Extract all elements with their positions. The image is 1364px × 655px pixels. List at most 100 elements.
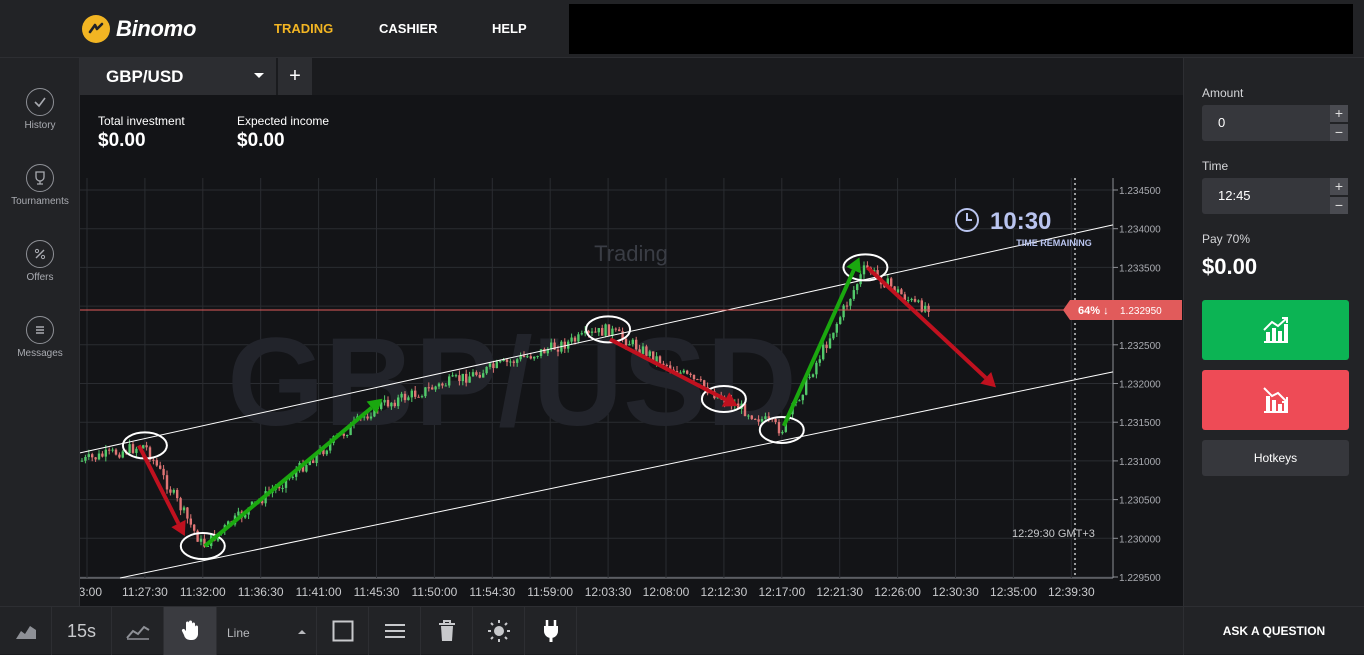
y-tick-label: 1.231500	[1119, 418, 1161, 429]
time-input[interactable]: 12:45	[1202, 178, 1330, 214]
candle-body	[101, 453, 104, 457]
candle-body	[856, 284, 859, 291]
y-tick-label: 1.230500	[1119, 496, 1161, 507]
nav-help[interactable]: HELP	[492, 21, 527, 36]
candle-body	[631, 339, 634, 345]
candle-body	[801, 394, 804, 401]
candle-body	[390, 402, 393, 407]
candle-body	[169, 489, 172, 493]
candle-body	[369, 416, 373, 419]
candle-body	[118, 454, 121, 458]
drawing-tools-button[interactable]	[164, 607, 217, 655]
connection-button[interactable]	[525, 607, 577, 655]
rectangle-tool-button[interactable]	[317, 607, 369, 655]
candle-body	[509, 361, 512, 363]
delete-drawings-button[interactable]	[421, 607, 473, 655]
time-increase-button[interactable]: +	[1330, 178, 1348, 195]
candle-body	[393, 402, 396, 407]
candle-body	[757, 419, 760, 422]
candle-body	[852, 290, 855, 299]
sidebar-item-history[interactable]: History	[0, 88, 80, 131]
sidebar-item-label: History	[24, 120, 56, 131]
candle-body	[131, 444, 135, 453]
rectangle-icon	[332, 620, 353, 642]
candle-body	[839, 317, 842, 325]
candle-body	[424, 387, 427, 397]
candle-body	[451, 375, 454, 377]
x-tick-label: 12:35:00	[990, 585, 1037, 599]
candle-body	[522, 355, 526, 357]
logo-text: Binomo	[116, 16, 197, 41]
asset-name: GBP/USD	[106, 66, 184, 86]
y-tick-label: 1.234000	[1119, 225, 1161, 236]
x-tick-label: 23:00	[80, 585, 102, 599]
theme-toggle-button[interactable]	[473, 607, 525, 655]
candle-body	[492, 363, 495, 369]
candle-body	[104, 449, 107, 457]
server-time: 12:29:30 GMT+3	[1012, 528, 1095, 540]
call-up-button[interactable]	[1202, 300, 1349, 360]
candle-body	[696, 379, 699, 381]
asset-selector[interactable]: GBP/USD	[80, 58, 276, 95]
candle-body	[601, 328, 604, 336]
area-chart-icon	[15, 626, 36, 639]
candle-body	[159, 465, 162, 469]
candle-body	[111, 449, 114, 451]
candle-body	[91, 454, 94, 458]
candle-body	[781, 431, 784, 434]
candle-body	[291, 476, 294, 478]
timeframe-button[interactable]: 15s	[52, 607, 112, 655]
candle-body	[822, 344, 825, 360]
candle-body	[458, 375, 461, 382]
x-tick-label: 11:32:00	[180, 585, 226, 599]
candle-body	[84, 456, 87, 461]
candle-body	[818, 359, 821, 363]
hand-pointer-icon	[181, 620, 198, 641]
candle-body	[441, 383, 444, 386]
candle-body	[152, 459, 155, 461]
horizontal-lines-button[interactable]	[369, 607, 421, 655]
chevron-down-icon	[254, 73, 264, 78]
candle-body	[828, 338, 832, 349]
x-tick-label: 11:45:30	[354, 585, 400, 599]
amount-increase-button[interactable]: +	[1330, 105, 1348, 122]
candle-body	[798, 400, 801, 402]
nav-cashier[interactable]: CASHIER	[379, 21, 438, 36]
indicators-button[interactable]	[112, 607, 164, 655]
candle-body	[628, 344, 631, 346]
candle-body	[849, 298, 852, 306]
price-chart[interactable]: 1.2345001.2340001.2335001.2330001.232500…	[80, 95, 1183, 606]
time-decrease-button[interactable]: −	[1330, 197, 1348, 214]
drawing-type-select[interactable]: Line	[217, 607, 317, 655]
candle-body	[417, 396, 420, 398]
amount-input[interactable]: 0	[1202, 105, 1330, 141]
y-tick-label: 1.232000	[1119, 380, 1161, 391]
x-tick-label: 12:30:30	[932, 585, 979, 599]
sidebar-item-messages[interactable]: Messages	[0, 316, 80, 359]
chart-area[interactable]: Total investment $0.00 Expected income $…	[80, 95, 1183, 606]
sidebar-item-tournaments[interactable]: Tournaments	[0, 164, 80, 207]
amount-label: Amount	[1202, 86, 1244, 100]
candle-body	[281, 487, 284, 489]
ask-question-button[interactable]: ASK A QUESTION	[1183, 607, 1364, 655]
put-down-button[interactable]	[1202, 370, 1349, 430]
candle-body	[108, 449, 111, 451]
candle-body	[114, 449, 118, 455]
sidebar-item-offers[interactable]: Offers	[0, 240, 80, 283]
chart-type-button[interactable]	[0, 607, 52, 655]
candle-body	[692, 374, 696, 380]
hotkeys-button[interactable]: Hotkeys	[1202, 440, 1349, 476]
amount-decrease-button[interactable]: −	[1330, 124, 1348, 141]
nav-trading[interactable]: TRADING	[274, 21, 333, 36]
candle-body	[825, 344, 828, 349]
candle-body	[590, 331, 594, 333]
candle-body	[862, 265, 866, 275]
candle-body	[808, 376, 811, 378]
logo[interactable]: Binomo	[82, 14, 196, 44]
add-asset-button[interactable]: +	[278, 58, 312, 95]
candle-body	[199, 538, 203, 542]
candle-body	[499, 361, 502, 363]
candle-body	[182, 507, 186, 511]
candle-body	[128, 444, 131, 454]
candle-body	[573, 337, 577, 342]
